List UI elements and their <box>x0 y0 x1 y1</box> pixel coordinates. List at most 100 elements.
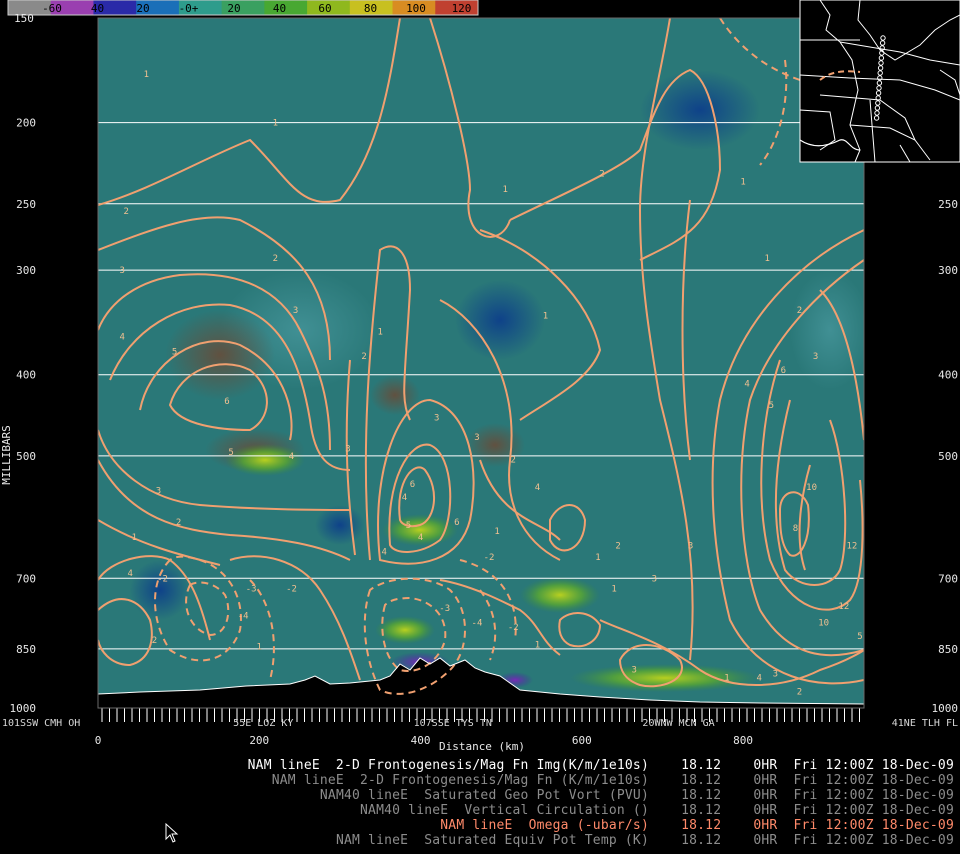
frontogenesis-image <box>98 18 864 708</box>
x-axis: 0 200 400 600 800 <box>95 734 753 747</box>
contour-value-label: 3 <box>773 670 778 680</box>
contour-value-label: 4 <box>744 380 749 390</box>
cross-section-chart: -60 40 20 -0+ 20 40 60 80 100 120150 112… <box>0 0 960 753</box>
contour-value-label: 1 <box>543 312 548 322</box>
location-label: 107SSE TYS TN <box>414 718 492 729</box>
contour-value-label: 2 <box>797 306 802 316</box>
x-tick-label: 600 <box>572 734 592 747</box>
contour-value-label: 2 <box>599 169 604 179</box>
location-label: 55E LOZ KY <box>233 718 293 729</box>
contour-value-label: 12 <box>846 542 857 552</box>
contour-value-label: 2 <box>797 687 802 697</box>
contour-value-label: 2 <box>152 636 157 646</box>
contour-value-label: 1 <box>144 70 149 80</box>
contour-value-label: -3 <box>439 604 450 614</box>
legend-row: NAM40 lineE Saturated Geo Pot Vort (PVU)… <box>319 788 954 803</box>
contour-value-label: 1 <box>595 553 600 563</box>
location-label: 101SSW CMH OH <box>2 718 80 729</box>
colorbar-top-label: 150 <box>14 12 34 25</box>
contour-value-label: 4 <box>382 547 387 557</box>
contour-value-label: -4 <box>472 618 483 628</box>
y-tick-label-left: 200 <box>16 117 36 130</box>
contour-value-label: 1 <box>132 533 137 543</box>
contour-value-label: 3 <box>156 487 161 497</box>
x-axis-title: Distance (km) <box>439 740 525 753</box>
contour-value-label: 1 <box>765 254 770 264</box>
contour-value-label: 2 <box>615 542 620 552</box>
contour-value-label: 5 <box>228 448 233 458</box>
contour-value-label: 4 <box>418 533 423 543</box>
y-tick-label-left: 400 <box>16 369 36 382</box>
legend-row: NAM40 lineE Vertical Circulation () 18.1… <box>360 803 954 818</box>
colorbar-label: 20 <box>136 2 149 15</box>
contour-value-label: 2 <box>273 254 278 264</box>
contour-value-label: 2 <box>511 456 516 466</box>
contour-value-label: 4 <box>535 483 540 493</box>
y-tick-label-right: 250 <box>938 198 958 211</box>
contour-value-label: 4 <box>402 493 407 503</box>
contour-value-label: 6 <box>410 480 415 490</box>
contour-value-label: -4 <box>238 611 249 621</box>
contour-value-label: 10 <box>818 618 829 628</box>
x-tick-label: 0 <box>95 734 102 747</box>
contour-value-label: 6 <box>454 518 459 528</box>
y-tick-label-left: 1000 <box>10 702 37 715</box>
colorbar-label: -60 <box>42 2 62 15</box>
y-tick-label-left: 700 <box>16 572 36 585</box>
y-tick-label-left: 300 <box>16 264 36 277</box>
contour-value-label: 1 <box>611 585 616 595</box>
y-tick-label-left: 250 <box>16 198 36 211</box>
contour-value-label: 4 <box>128 569 133 579</box>
contour-value-label: 2 <box>176 518 181 528</box>
colorbar-label: 40 <box>91 2 104 15</box>
y-tick-label-right: 700 <box>938 572 958 585</box>
x-tick-label: 200 <box>249 734 269 747</box>
contour-value-label: 3 <box>434 414 439 424</box>
colorbar-label: 40 <box>273 2 286 15</box>
contour-value-label: 1 <box>377 327 382 337</box>
contour-value-label: 3 <box>652 574 657 584</box>
contour-value-label: 6 <box>224 397 229 407</box>
contour-value-label: 1 <box>740 177 745 187</box>
colorbar-label: 120 <box>452 2 472 15</box>
contour-value-label: 3 <box>119 266 124 276</box>
contour-value-label: -2 <box>484 553 495 563</box>
location-label: 41NE TLH FL <box>892 718 958 729</box>
colorbar-label: 60 <box>318 2 331 15</box>
contour-value-label: 3 <box>688 542 693 552</box>
colorbar-label: 20 <box>227 2 240 15</box>
contour-value-label: 1 <box>502 185 507 195</box>
legend-row: NAM lineE Omega (-ubar/s) 18.12 0HR Fri … <box>440 818 954 833</box>
contour-value-label: 2 <box>361 352 366 362</box>
contour-value-label: 3 <box>293 306 298 316</box>
contour-value-label: 1 <box>494 527 499 537</box>
y-tick-label-right: 1000 <box>932 702 959 715</box>
y-axis-title: MILLIBARS <box>0 425 13 485</box>
contour-value-label: 4 <box>289 452 294 462</box>
legend-row: NAM lineE 2-D Frontogenesis/Mag Fn (K/m/… <box>271 773 954 788</box>
contour-value-label: -2 <box>508 623 519 633</box>
colorbar-label: 80 <box>364 2 377 15</box>
contour-value-label: 3 <box>345 445 350 455</box>
contour-value-label: 1 <box>724 674 729 684</box>
legend-row: NAM lineE Saturated Equiv Pot Temp (K) 1… <box>335 833 954 848</box>
x-tick-label: 800 <box>733 734 753 747</box>
contour-value-label: 5 <box>769 401 774 411</box>
contour-value-label: 4 <box>756 674 761 684</box>
contour-value-label: 5 <box>406 521 411 531</box>
contour-value-label: 2 <box>124 207 129 217</box>
contour-value-label: 10 <box>806 483 817 493</box>
inset-map <box>799 0 960 163</box>
contour-value-label: 1 <box>535 641 540 651</box>
y-tick-label-left: 850 <box>16 643 36 656</box>
contour-value-label: 6 <box>781 366 786 376</box>
contour-value-label: 1 <box>273 119 278 129</box>
contour-value-label: 3 <box>813 352 818 362</box>
location-label: 20WNW MCN GA <box>642 718 714 729</box>
contour-value-label: 3 <box>631 666 636 676</box>
contour-value-label: -2 <box>157 574 168 584</box>
contour-value-label: 5 <box>172 347 177 357</box>
contour-value-label: 5 <box>857 632 862 642</box>
contour-value-label: -2 <box>286 585 297 595</box>
mouse-cursor-icon <box>165 823 179 843</box>
